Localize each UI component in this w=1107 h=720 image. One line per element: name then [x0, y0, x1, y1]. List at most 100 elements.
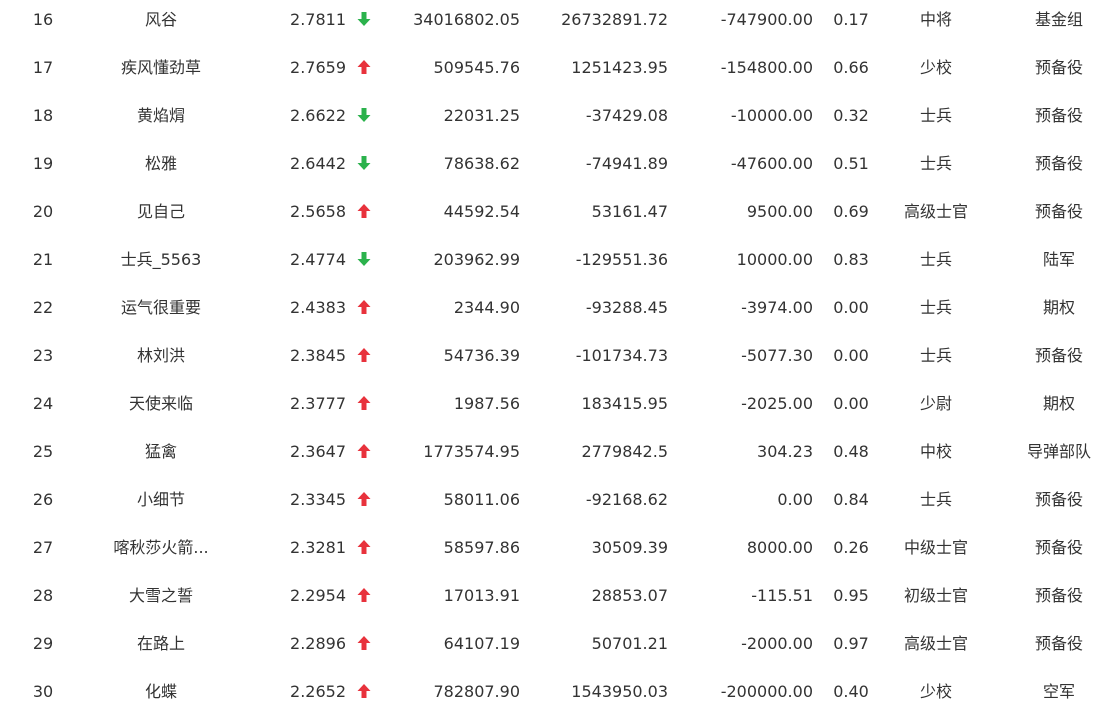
arrow-up-icon: [354, 336, 374, 384]
value1-cell: 17013.91: [443, 586, 520, 605]
name-cell[interactable]: 风谷: [86, 0, 236, 48]
name-cell[interactable]: 天使来临: [86, 384, 236, 432]
table-row[interactable]: 16 风谷 2.7811 34016802.05 26732891.72 -74…: [0, 0, 1107, 48]
score-cell: 2.3281: [290, 538, 346, 557]
name-cell[interactable]: 黄焰焨: [86, 96, 236, 144]
ratio-cell: 0.32: [833, 106, 869, 125]
ratio-cell: 0.17: [833, 10, 869, 29]
group-cell: 基金组: [1034, 10, 1083, 29]
table-row[interactable]: 24 天使来临 2.3777 1987.56 183415.95 -2025.0…: [0, 384, 1107, 432]
group-cell: 导弹部队: [1026, 442, 1091, 461]
group-cell: 空军: [1042, 682, 1075, 701]
value2-cell: 28853.07: [591, 586, 668, 605]
rank-cell: 25: [32, 442, 54, 461]
ratio-cell: 0.83: [833, 250, 869, 269]
table-row[interactable]: 27 喀秋莎火箭... 2.3281 58597.86 30509.39 800…: [0, 528, 1107, 576]
arrow-up-icon: [354, 192, 374, 240]
name-cell[interactable]: 大雪之誓: [86, 576, 236, 624]
value2-cell: 26732891.72: [561, 10, 668, 29]
ratio-cell: 0.00: [833, 298, 869, 317]
name-cell[interactable]: 运气很重要: [86, 288, 236, 336]
arrow-up-icon: [354, 576, 374, 624]
table-row[interactable]: 21 士兵_5563 2.4774 203962.99 -129551.36 1…: [0, 240, 1107, 288]
name-cell[interactable]: 小细节: [86, 480, 236, 528]
level-cell: 士兵: [919, 346, 952, 365]
rank-cell: 18: [32, 106, 54, 125]
ratio-cell: 0.66: [833, 58, 869, 77]
table-row[interactable]: 23 林刘洪 2.3845 54736.39 -101734.73 -5077.…: [0, 336, 1107, 384]
level-cell: 高级士官: [903, 202, 968, 221]
value2-cell: 50701.21: [591, 634, 668, 653]
ranking-table: 16 风谷 2.7811 34016802.05 26732891.72 -74…: [0, 0, 1107, 718]
value2-cell: 30509.39: [591, 538, 668, 557]
value2-cell: 1543950.03: [571, 682, 668, 701]
table-row[interactable]: 30 化蝶 2.2652 782807.90 1543950.03 -20000…: [0, 672, 1107, 720]
value1-cell: 54736.39: [443, 346, 520, 365]
group-cell: 预备役: [1034, 586, 1083, 605]
value1-cell: 78638.62: [443, 154, 520, 173]
score-cell: 2.3845: [290, 346, 346, 365]
value3-cell: -747900.00: [720, 10, 813, 29]
table-row[interactable]: 20 见自己 2.5658 44592.54 53161.47 9500.00 …: [0, 192, 1107, 240]
arrow-down-icon: [357, 251, 371, 266]
ratio-cell: 0.48: [833, 442, 869, 461]
value1-cell: 2344.90: [453, 298, 520, 317]
value3-cell: -200000.00: [720, 682, 813, 701]
rank-cell: 29: [32, 634, 54, 653]
arrow-up-icon: [357, 395, 371, 410]
level-cell: 士兵: [919, 490, 952, 509]
value2-cell: -92168.62: [585, 490, 668, 509]
score-cell: 2.4774: [290, 250, 346, 269]
table-row[interactable]: 19 松雅 2.6442 78638.62 -74941.89 -47600.0…: [0, 144, 1107, 192]
group-cell: 预备役: [1034, 106, 1083, 125]
arrow-up-icon: [354, 288, 374, 336]
arrow-down-icon: [354, 240, 374, 288]
table-row[interactable]: 26 小细节 2.3345 58011.06 -92168.62 0.00 0.…: [0, 480, 1107, 528]
name-cell[interactable]: 在路上: [86, 624, 236, 672]
value1-cell: 1987.56: [453, 394, 520, 413]
level-cell: 中将: [919, 10, 952, 29]
rank-cell: 30: [32, 682, 54, 701]
arrow-down-icon: [354, 0, 374, 48]
name-cell[interactable]: 猛禽: [86, 432, 236, 480]
ratio-cell: 0.95: [833, 586, 869, 605]
arrow-down-icon: [357, 11, 371, 26]
score-cell: 2.3647: [290, 442, 346, 461]
level-cell: 少尉: [919, 394, 952, 413]
ratio-cell: 0.51: [833, 154, 869, 173]
name-cell[interactable]: 化蝶: [86, 672, 236, 720]
arrow-up-icon: [357, 203, 371, 218]
name-cell[interactable]: 疾风懂劲草: [86, 48, 236, 96]
level-cell: 士兵: [919, 154, 952, 173]
arrow-up-icon: [354, 480, 374, 528]
name-cell[interactable]: 林刘洪: [86, 336, 236, 384]
name-cell[interactable]: 见自己: [86, 192, 236, 240]
table-row[interactable]: 29 在路上 2.2896 64107.19 50701.21 -2000.00…: [0, 624, 1107, 672]
table-row[interactable]: 22 运气很重要 2.4383 2344.90 -93288.45 -3974.…: [0, 288, 1107, 336]
score-cell: 2.7659: [290, 58, 346, 77]
rank-cell: 19: [32, 154, 54, 173]
table-row[interactable]: 25 猛禽 2.3647 1773574.95 2779842.5 304.23…: [0, 432, 1107, 480]
value3-cell: -2000.00: [741, 634, 813, 653]
value1-cell: 22031.25: [443, 106, 520, 125]
value2-cell: 2779842.5: [581, 442, 668, 461]
value1-cell: 1773574.95: [423, 442, 520, 461]
ratio-cell: 0.69: [833, 202, 869, 221]
group-cell: 预备役: [1034, 202, 1083, 221]
name-cell[interactable]: 士兵_5563: [86, 240, 236, 288]
table-row[interactable]: 17 疾风懂劲草 2.7659 509545.76 1251423.95 -15…: [0, 48, 1107, 96]
table-row[interactable]: 28 大雪之誓 2.2954 17013.91 28853.07 -115.51…: [0, 576, 1107, 624]
level-cell: 初级士官: [903, 586, 968, 605]
group-cell: 期权: [1042, 394, 1075, 413]
arrow-up-icon: [357, 59, 371, 74]
name-cell[interactable]: 松雅: [86, 144, 236, 192]
group-cell: 预备役: [1034, 538, 1083, 557]
value3-cell: -115.51: [751, 586, 813, 605]
arrow-up-icon: [357, 683, 371, 698]
table-row[interactable]: 18 黄焰焨 2.6622 22031.25 -37429.08 -10000.…: [0, 96, 1107, 144]
value1-cell: 34016802.05: [413, 10, 520, 29]
group-cell: 预备役: [1034, 634, 1083, 653]
value3-cell: -5077.30: [741, 346, 813, 365]
name-cell[interactable]: 喀秋莎火箭...: [86, 528, 236, 576]
value3-cell: -2025.00: [741, 394, 813, 413]
